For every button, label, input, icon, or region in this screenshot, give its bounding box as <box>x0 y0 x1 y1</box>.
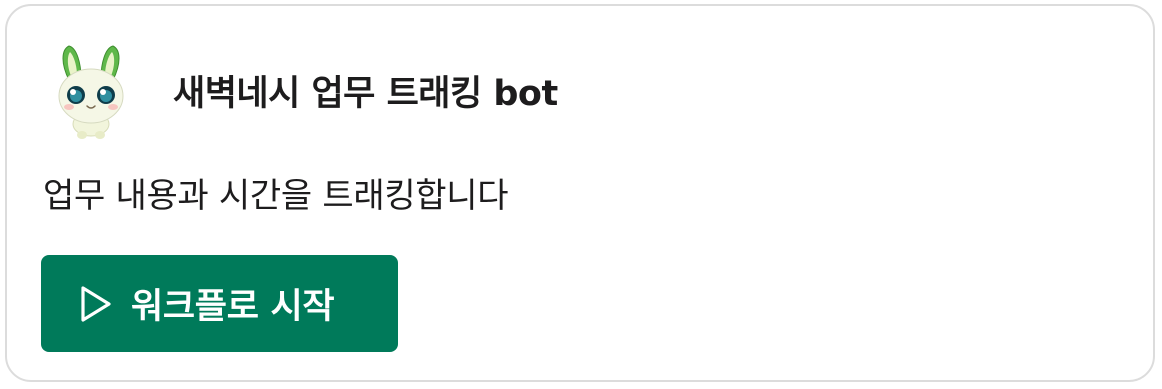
start-workflow-button[interactable]: 워크플로 시작 <box>41 255 398 352</box>
play-icon <box>81 285 111 322</box>
start-workflow-label: 워크플로 시작 <box>131 287 335 327</box>
bot-avatar-icon <box>58 45 124 139</box>
workflow-description: 업무 내용과 시간을 트래킹합니다 <box>43 176 509 216</box>
workflow-card: 새벽네시 업무 트래킹 bot 업무 내용과 시간을 트래킹합니다 워크플로 시… <box>5 4 1155 382</box>
bot-header: 새벽네시 업무 트래킹 bot <box>49 40 558 140</box>
bot-name: 새벽네시 업무 트래킹 bot <box>173 73 558 114</box>
